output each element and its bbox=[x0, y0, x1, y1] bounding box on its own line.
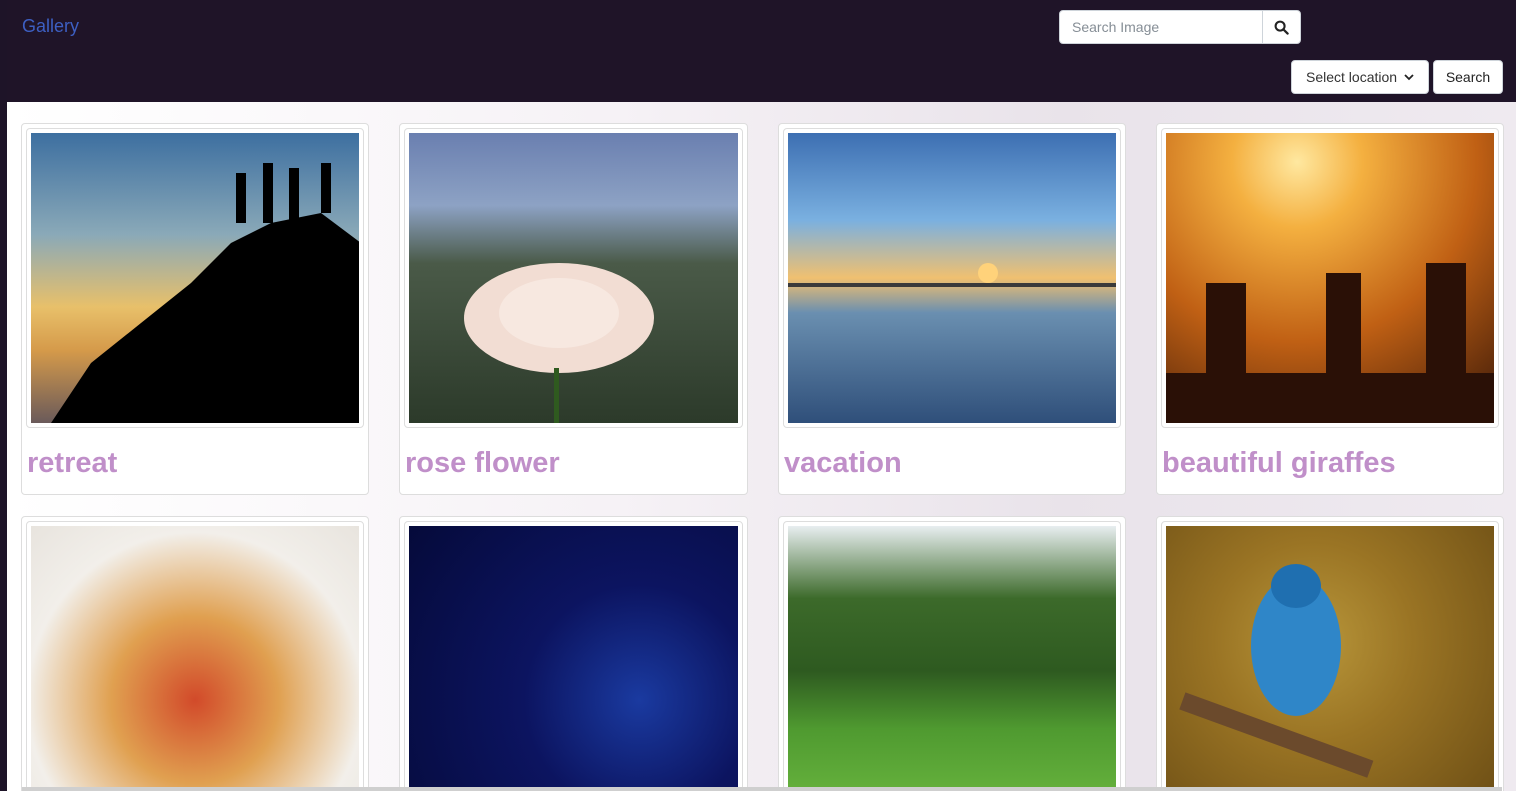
rose-flower-image bbox=[409, 133, 738, 423]
navbar: Gallery Select location Search bbox=[7, 0, 1516, 102]
search-icon bbox=[1274, 20, 1289, 35]
image-thumbnail[interactable] bbox=[26, 521, 364, 791]
search-input[interactable] bbox=[1059, 10, 1263, 44]
search-button[interactable]: Search bbox=[1433, 60, 1503, 94]
gallery-card[interactable]: vacation bbox=[778, 123, 1126, 495]
pizza-image bbox=[31, 526, 359, 791]
horizontal-scrollbar[interactable] bbox=[22, 787, 1502, 791]
gallery-card[interactable] bbox=[1156, 516, 1504, 791]
gallery-card[interactable] bbox=[399, 516, 748, 791]
location-select[interactable]: Select location bbox=[1291, 60, 1429, 94]
location-select-value: Select location bbox=[1306, 69, 1398, 85]
chevron-down-icon bbox=[1404, 74, 1414, 81]
gallery-card[interactable]: retreat bbox=[21, 123, 369, 495]
gallery-content: retreat rose flower vacation beautiful g… bbox=[7, 102, 1516, 791]
image-thumbnail[interactable] bbox=[783, 128, 1121, 428]
window-edge bbox=[0, 0, 7, 791]
image-thumbnail[interactable] bbox=[404, 128, 743, 428]
giraffes-image bbox=[1166, 133, 1494, 423]
network-image bbox=[409, 526, 738, 791]
image-thumbnail[interactable] bbox=[26, 128, 364, 428]
brand-link[interactable]: Gallery bbox=[22, 16, 79, 37]
image-caption: retreat bbox=[27, 447, 118, 479]
image-thumbnail[interactable] bbox=[1161, 128, 1499, 428]
vacation-image bbox=[788, 133, 1116, 423]
gallery-card[interactable] bbox=[21, 516, 369, 791]
image-caption: rose flower bbox=[405, 447, 560, 479]
gallery-card[interactable]: rose flower bbox=[399, 123, 748, 495]
image-caption: vacation bbox=[784, 447, 902, 479]
image-thumbnail[interactable] bbox=[404, 521, 743, 791]
search-icon-button[interactable] bbox=[1262, 10, 1301, 44]
retreat-image bbox=[31, 133, 359, 423]
image-thumbnail[interactable] bbox=[783, 521, 1121, 791]
gallery-card[interactable]: beautiful giraffes bbox=[1156, 123, 1504, 495]
park-group-image bbox=[788, 526, 1116, 791]
image-caption: beautiful giraffes bbox=[1162, 447, 1396, 479]
gallery-card[interactable] bbox=[778, 516, 1126, 791]
image-thumbnail[interactable] bbox=[1161, 521, 1499, 791]
kingfisher-image bbox=[1166, 526, 1494, 791]
